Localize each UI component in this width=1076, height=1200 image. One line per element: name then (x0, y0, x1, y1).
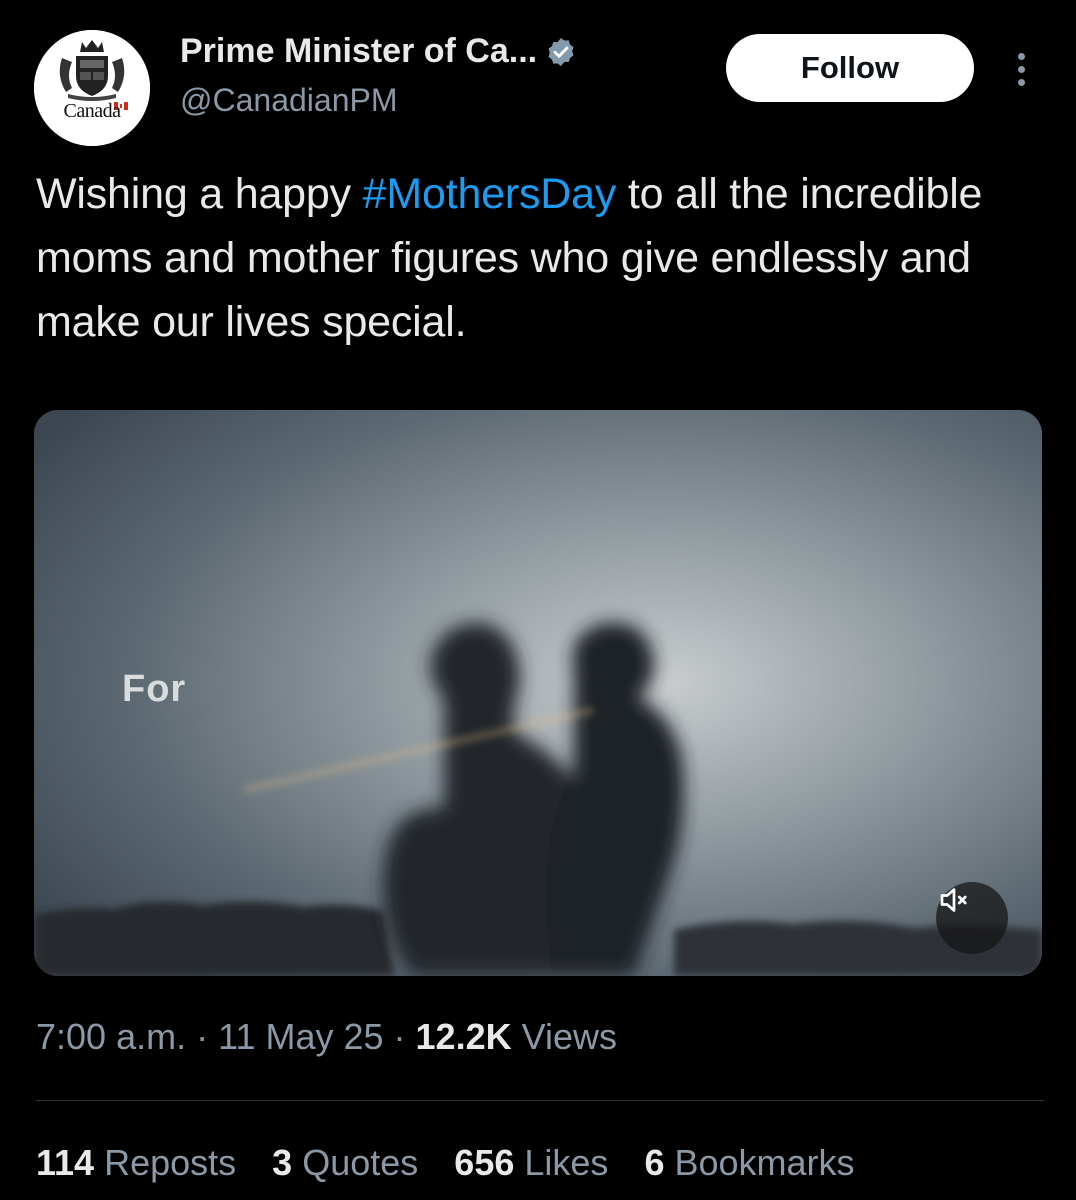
views-label: Views (521, 1016, 618, 1057)
more-options-icon[interactable] (1006, 44, 1036, 94)
quotes-stat[interactable]: 3 Quotes (272, 1142, 418, 1184)
tweet-meta: 7:00 a.m. · 11 May 25 · 12.2K Views (36, 1016, 618, 1057)
avatar[interactable]: Canada (34, 30, 150, 146)
bookmarks-stat[interactable]: 6 Bookmarks (644, 1142, 854, 1184)
tweet-text-start: Wishing a happy (36, 170, 363, 218)
engagement-stats: 114 Reposts 3 Quotes 656 Likes 6 Bookmar… (36, 1142, 855, 1184)
bookmarks-label: Bookmarks (674, 1142, 855, 1183)
views-count: 12.2K (415, 1016, 512, 1057)
bookmarks-count: 6 (644, 1142, 665, 1183)
divider (36, 1100, 1044, 1101)
verified-badge-icon[interactable] (545, 36, 577, 68)
quotes-count: 3 (272, 1142, 293, 1183)
reposts-label: Reposts (104, 1142, 237, 1183)
canada-wordmark: Canada (63, 100, 121, 122)
hashtag-link[interactable]: #MothersDay (363, 170, 617, 218)
coat-of-arms-icon (34, 30, 150, 146)
video-player[interactable]: For (34, 410, 1042, 976)
likes-label: Likes (524, 1142, 609, 1183)
video-caption: For (122, 668, 187, 710)
likes-count: 656 (454, 1142, 515, 1183)
quotes-label: Quotes (302, 1142, 419, 1183)
post-date[interactable]: 11 May 25 (218, 1016, 383, 1057)
tweet-header: Canada Prime Minister of Ca... @Canadian… (34, 30, 1044, 146)
tweet-text: Wishing a happy #MothersDay to all the i… (36, 162, 1036, 354)
dot (1017, 78, 1025, 86)
display-name[interactable]: Prime Minister of Ca... (180, 32, 537, 71)
account-handle[interactable]: @CanadianPM (180, 82, 397, 119)
name-row: Prime Minister of Ca... (180, 32, 577, 71)
dot (1017, 65, 1025, 73)
reposts-count: 114 (36, 1142, 95, 1183)
reposts-stat[interactable]: 114 Reposts (36, 1142, 236, 1184)
dot (1017, 52, 1025, 60)
speaker-icon (940, 888, 967, 912)
volume-muted-icon[interactable] (936, 882, 1008, 954)
post-time[interactable]: 7:00 a.m. (36, 1016, 186, 1057)
likes-stat[interactable]: 656 Likes (454, 1142, 608, 1184)
follow-button[interactable]: Follow (726, 34, 974, 102)
